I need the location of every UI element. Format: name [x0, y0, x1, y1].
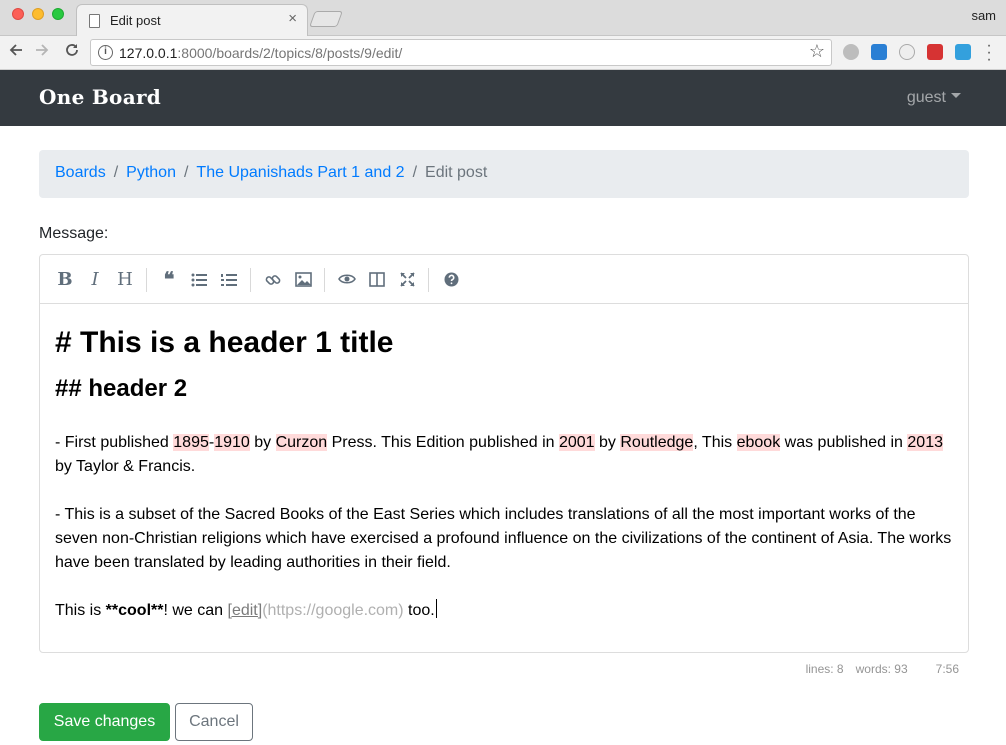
question-icon — [444, 272, 458, 287]
message-label: Message: — [39, 225, 109, 242]
paragraph-1: - First published 1895-1910 by Curzon Pr… — [55, 431, 955, 479]
toolbar-divider — [428, 268, 429, 292]
tab-close-icon[interactable]: × — [288, 10, 297, 27]
heading-button[interactable]: H — [112, 267, 138, 293]
profile-name[interactable]: sam — [971, 8, 996, 23]
text-run: by — [249, 434, 276, 451]
breadcrumb-board[interactable]: Python — [126, 164, 176, 181]
numbered-list-icon — [221, 274, 237, 286]
bold-button[interactable]: B — [52, 267, 78, 293]
reload-icon[interactable] — [62, 42, 82, 62]
page-icon — [89, 14, 100, 28]
window-maximize-button[interactable] — [52, 8, 64, 20]
highlighted-word: Routledge — [620, 434, 694, 451]
back-arrow-icon[interactable] — [6, 42, 26, 62]
save-changes-button[interactable]: Save changes — [39, 703, 170, 741]
text-run: too. — [403, 602, 435, 619]
text-run: Press. This Edition published in — [327, 434, 559, 451]
text-run: by Taylor & Francis. — [55, 458, 196, 475]
breadcrumb-topic[interactable]: The Upanishads Part 1 and 2 — [196, 164, 404, 181]
cancel-button[interactable]: Cancel — [175, 703, 253, 741]
user-name: guest — [906, 89, 946, 106]
new-tab-button[interactable] — [309, 11, 343, 27]
extension-music-icon[interactable] — [843, 44, 859, 60]
tab-title: Edit post — [110, 13, 161, 28]
fullscreen-button[interactable] — [394, 267, 420, 293]
help-button[interactable] — [438, 267, 464, 293]
ordered-list-button[interactable] — [216, 267, 242, 293]
highlighted-word: 2001 — [558, 434, 595, 451]
extension-circle-icon[interactable] — [899, 44, 915, 60]
bold-text: **cool** — [105, 602, 164, 619]
editor-statusbar: lines: 8 words: 93 7:56 — [39, 662, 969, 676]
breadcrumb: Boards / Python / The Upanishads Part 1 and … — [39, 150, 969, 198]
menu-dots-icon[interactable]: · · · — [984, 38, 994, 68]
address-bar[interactable]: i 127.0.0.1:8000/boards/2/topics/8/posts… — [90, 39, 832, 66]
url-host: 127.0.0.1 — [119, 45, 178, 61]
line-count: lines: 8 — [805, 662, 844, 676]
editor-toolbar: B I H ❝ — [40, 255, 968, 304]
paragraph-3: This is **cool**! we can [edit](https://… — [55, 599, 955, 623]
link-icon — [265, 275, 281, 285]
breadcrumb-separator: / — [183, 164, 189, 181]
markdown-link-text: [edit] — [227, 602, 263, 619]
unordered-list-button[interactable] — [186, 267, 212, 293]
bullet-list-icon — [191, 273, 207, 287]
highlighted-word: ebook — [736, 434, 781, 451]
window-close-button[interactable] — [12, 8, 24, 20]
text-cursor — [435, 599, 437, 618]
side-by-side-button[interactable] — [364, 267, 390, 293]
breadcrumb-boards[interactable]: Boards — [55, 164, 106, 181]
toolbar-divider — [146, 268, 147, 292]
text-run: by — [594, 434, 621, 451]
markdown-editor[interactable]: B I H ❝ # This is a header 1 title ## he… — [39, 254, 969, 653]
editor-content[interactable]: # This is a header 1 title ## header 2 -… — [55, 326, 955, 623]
brand-logo[interactable]: One Board — [39, 85, 161, 109]
user-dropdown[interactable]: guest — [907, 89, 961, 107]
word-count: words: 93 — [855, 662, 908, 676]
paragraph-2: - This is a subset of the Sacred Books o… — [55, 506, 952, 571]
browser-toolbar: i 127.0.0.1:8000/boards/2/topics/8/posts… — [0, 36, 1006, 70]
text-run: was published in — [780, 434, 908, 451]
columns-icon — [369, 272, 385, 287]
toolbar-divider — [324, 268, 325, 292]
cursor-position: 7:56 — [935, 662, 959, 676]
url-path: :8000/boards/2/topics/8/posts/9/edit/ — [177, 45, 403, 61]
preview-button[interactable] — [334, 267, 360, 293]
image-icon — [294, 272, 312, 287]
highlighted-word: 1895 — [173, 434, 209, 451]
breadcrumb-separator: / — [412, 164, 418, 181]
eye-icon — [338, 274, 356, 284]
toolbar-divider — [250, 268, 251, 292]
text-run: ! we can — [163, 602, 228, 619]
text-run: This is — [55, 602, 106, 619]
markdown-h2: ## header 2 — [55, 375, 188, 402]
markdown-h1: # This is a header 1 title — [55, 326, 394, 359]
info-icon[interactable]: i — [98, 45, 113, 60]
quote-button[interactable]: ❝ — [156, 267, 182, 293]
extension-forward-icon[interactable] — [927, 44, 943, 60]
highlighted-word: Curzon — [275, 434, 328, 451]
url-text: 127.0.0.1:8000/boards/2/topics/8/posts/9… — [119, 45, 402, 61]
image-button[interactable] — [290, 267, 316, 293]
highlighted-word: 1910 — [214, 434, 250, 451]
text-run: , This — [693, 434, 737, 451]
markdown-link-url: (https://google.com) — [262, 602, 404, 619]
browser-tab[interactable]: Edit post × — [76, 4, 308, 36]
text-run: - First published — [55, 434, 174, 451]
italic-button[interactable]: I — [82, 267, 108, 293]
breadcrumb-separator: / — [113, 164, 119, 181]
extension-screenshot-icon[interactable] — [871, 44, 887, 60]
breadcrumb-active: Edit post — [425, 164, 488, 181]
star-icon[interactable]: ☆ — [809, 41, 825, 62]
caret-down-icon — [951, 93, 961, 99]
window-minimize-button[interactable] — [32, 8, 44, 20]
highlighted-word: 2013 — [907, 434, 943, 451]
link-button[interactable] — [260, 267, 286, 293]
expand-icon — [399, 272, 415, 287]
site-navbar: One Board guest — [0, 70, 1006, 126]
extension-book-icon[interactable] — [955, 44, 971, 60]
browser-tab-bar: Edit post × sam — [0, 0, 1006, 36]
forward-arrow-icon[interactable] — [32, 42, 52, 62]
